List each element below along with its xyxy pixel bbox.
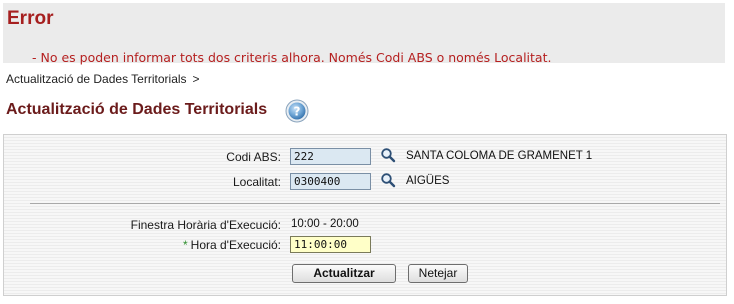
finestra-value: 10:00 - 20:00 <box>291 218 359 230</box>
error-panel: Error - No es poden informar tots dos cr… <box>3 3 725 65</box>
codi-abs-search-icon[interactable] <box>380 147 396 163</box>
localitat-input[interactable]: 0300400 <box>290 173 371 190</box>
clear-button[interactable]: Netejar <box>408 264 468 283</box>
required-mark: * <box>182 238 188 252</box>
breadcrumb: Actualització de Dades Territorials > <box>6 72 200 86</box>
hora-label: Hora d'Execució: <box>190 238 281 252</box>
divider <box>30 203 720 204</box>
svg-text:?: ? <box>294 105 301 119</box>
hora-input[interactable]: 11:00:00 <box>290 236 371 253</box>
breadcrumb-item[interactable]: Actualització de Dades Territorials <box>6 72 187 86</box>
page-title: Actualització de Dades Territorials <box>6 101 268 118</box>
error-message: - No es poden informar tots dos criteris… <box>32 50 552 65</box>
codi-abs-description: SANTA COLOMA DE GRAMENET 1 <box>406 150 593 162</box>
breadcrumb-separator: > <box>192 72 200 86</box>
localitat-search-icon[interactable] <box>380 172 396 188</box>
finestra-label: Finestra Horària d'Execució: <box>130 218 281 232</box>
localitat-description: AIGÜES <box>406 175 450 187</box>
localitat-label: Localitat: <box>232 175 281 189</box>
hora-label-wrap: * Hora d'Execució: <box>60 238 281 252</box>
codi-abs-label: Codi ABS: <box>226 150 281 164</box>
update-button[interactable]: Actualitzar <box>292 264 396 283</box>
help-icon[interactable]: ? <box>285 99 309 123</box>
codi-abs-input[interactable]: 222 <box>290 148 371 165</box>
error-title: Error <box>7 8 54 29</box>
